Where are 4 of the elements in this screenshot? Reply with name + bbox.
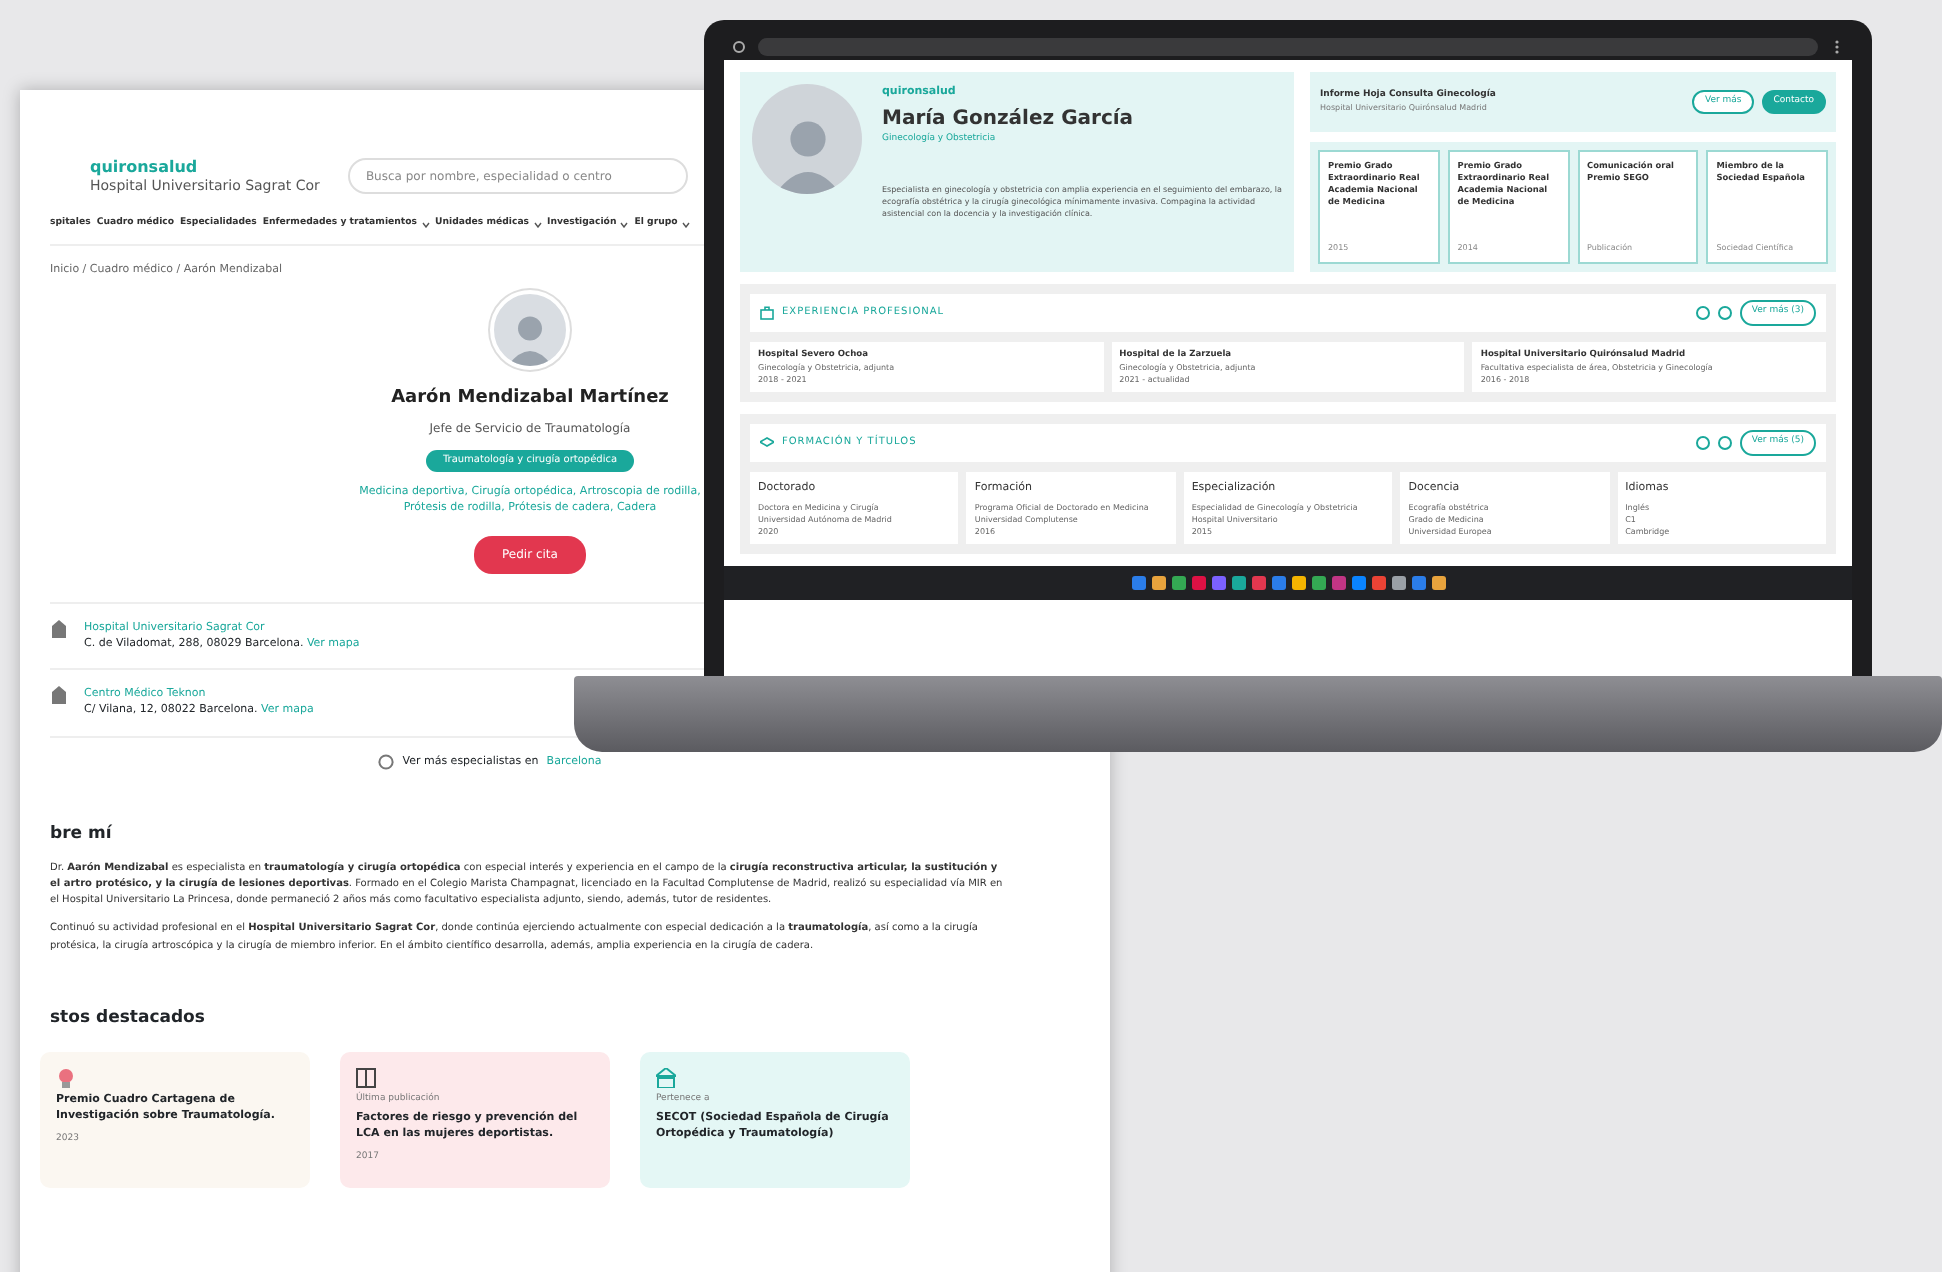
section-heading: bre mí [50, 821, 114, 848]
doctor-name: Aarón Mendizabal Martínez [391, 386, 669, 413]
section-heading: stos destacados [50, 1005, 207, 1032]
doctor-name: María González García [882, 106, 1136, 132]
